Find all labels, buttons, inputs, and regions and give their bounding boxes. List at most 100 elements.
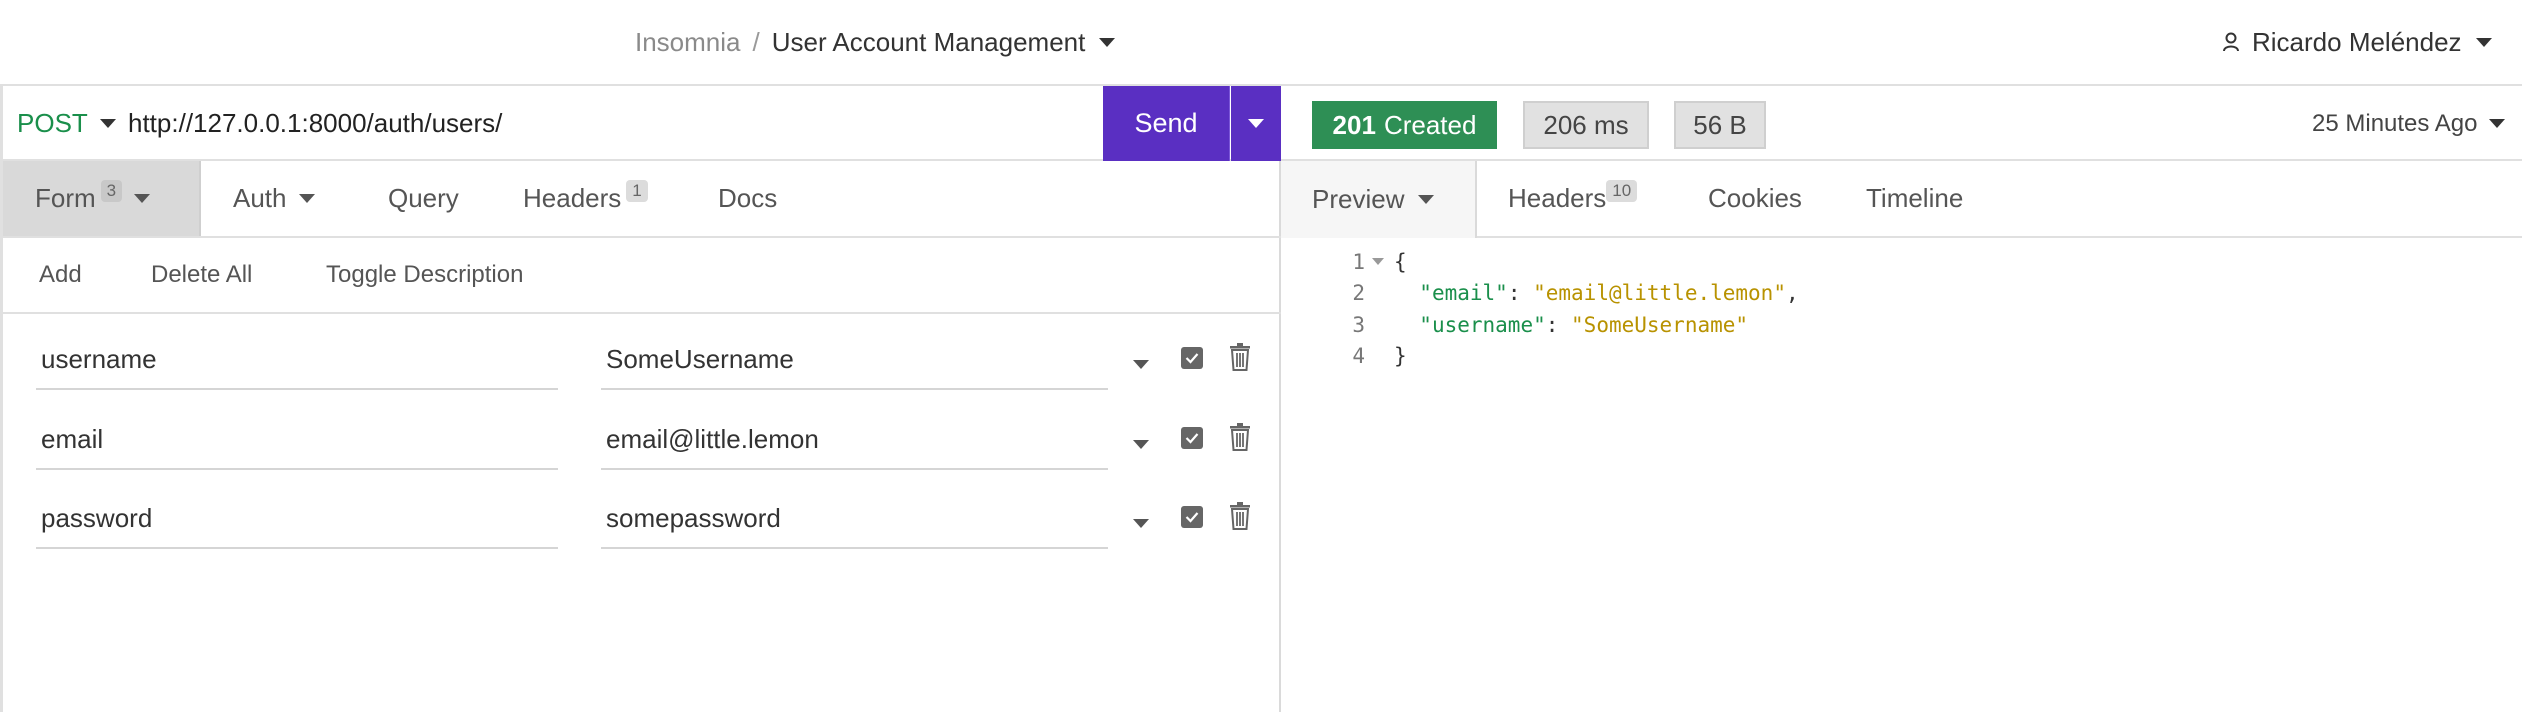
tab-timeline-label: Timeline — [1866, 183, 1964, 213]
user-icon — [2223, 32, 2239, 52]
trash-icon[interactable] — [1229, 423, 1251, 456]
status-text: Created — [1383, 109, 1477, 140]
chevron-down-icon — [134, 194, 151, 203]
json-comma: , — [1785, 281, 1799, 306]
response-history-dropdown[interactable]: 25 Minutes Ago — [2312, 86, 2522, 161]
check-icon — [1185, 433, 1199, 444]
json-brace: } — [1394, 344, 1407, 369]
request-tabs: Form 3 Auth Query Headers 1 Docs — [3, 161, 1281, 238]
chevron-down-icon — [1133, 519, 1149, 528]
json-colon: : — [1507, 281, 1534, 306]
chevron-down-icon — [1133, 360, 1149, 369]
delete-all-button[interactable]: Delete All — [151, 238, 252, 312]
add-param-button[interactable]: Add — [39, 238, 82, 312]
account-name: Ricardo Meléndez — [2252, 26, 2462, 57]
tab-headers-badge: 1 — [626, 179, 648, 202]
tab-docs[interactable]: Docs — [718, 161, 777, 236]
json-key: "email" — [1419, 281, 1508, 306]
code-line: 3 "username": "SomeUsername" — [1281, 309, 2522, 341]
tab-auth-label: Auth — [233, 183, 287, 213]
param-value-input[interactable]: email@little.lemon — [601, 410, 1108, 470]
response-pane: 201 Created 206 ms 56 B 25 Minutes Ago P… — [1281, 86, 2522, 712]
code-text: "email": "email@little.lemon", — [1394, 281, 1799, 306]
trash-icon[interactable] — [1229, 343, 1251, 376]
param-value-input[interactable]: SomeUsername — [601, 330, 1108, 390]
status-code: 201 — [1332, 109, 1376, 140]
param-type-dropdown[interactable] — [1133, 436, 1149, 454]
tab-auth[interactable]: Auth — [233, 161, 315, 236]
param-value-input[interactable]: somepassword — [601, 489, 1108, 549]
param-name-input[interactable]: username — [36, 330, 558, 390]
line-number: 1 — [1352, 249, 1365, 274]
account-menu[interactable]: Ricardo Meléndez — [2222, 0, 2522, 84]
json-colon: : — [1545, 312, 1572, 337]
param-name-input[interactable]: password — [36, 489, 558, 549]
chevron-down-icon — [1418, 195, 1435, 204]
check-icon — [1185, 512, 1199, 523]
breadcrumb-collection[interactable]: User Account Management — [772, 27, 1086, 58]
line-number: 4 — [1352, 344, 1365, 369]
tab-preview-label: Preview — [1312, 184, 1405, 214]
send-options-button[interactable] — [1231, 86, 1281, 161]
response-tabs: Preview Headers 10 Cookies Timeline — [1281, 161, 2522, 238]
toggle-description-button[interactable]: Toggle Description — [326, 238, 523, 312]
form-toolbar: Add Delete All Toggle Description — [3, 238, 1281, 314]
tab-form[interactable]: Form 3 — [3, 161, 201, 236]
chevron-down-icon — [2475, 37, 2492, 47]
method-label: POST — [17, 108, 88, 138]
tab-response-headers[interactable]: Headers 10 — [1508, 161, 1638, 236]
json-brace: { — [1394, 249, 1407, 274]
code-text: { — [1394, 250, 1407, 274]
request-pane: POST http://127.0.0.1:8000/auth/users/ S… — [0, 86, 1281, 712]
fold-arrow-icon[interactable] — [1372, 258, 1384, 265]
chevron-down-icon — [1248, 119, 1264, 128]
tab-headers[interactable]: Headers 1 — [523, 161, 648, 236]
tab-form-label: Form — [35, 183, 96, 213]
param-enabled-checkbox[interactable] — [1181, 347, 1203, 369]
chevron-down-icon — [1133, 440, 1149, 449]
trash-icon[interactable] — [1229, 502, 1251, 535]
tab-docs-label: Docs — [718, 183, 778, 213]
url-input[interactable]: http://127.0.0.1:8000/auth/users/ — [128, 86, 502, 161]
tab-form-badge: 3 — [100, 179, 123, 202]
method-selector[interactable]: POST — [17, 86, 116, 161]
chevron-down-icon — [2489, 119, 2506, 128]
tab-query-label: Query — [388, 183, 459, 213]
tab-cookies[interactable]: Cookies — [1708, 161, 1802, 236]
param-type-dropdown[interactable] — [1133, 356, 1149, 374]
code-text: "username": "SomeUsername" — [1394, 313, 1748, 337]
url-bar: POST http://127.0.0.1:8000/auth/users/ S… — [3, 86, 1281, 161]
param-enabled-checkbox[interactable] — [1181, 506, 1203, 528]
breadcrumb: Insomnia / User Account Management — [635, 0, 1116, 84]
line-number: 2 — [1352, 281, 1365, 306]
response-timestamp: 25 Minutes Ago — [2312, 109, 2478, 137]
code-line: 4 } — [1281, 341, 2522, 373]
tab-response-headers-label: Headers — [1508, 183, 1607, 213]
param-enabled-checkbox[interactable] — [1181, 427, 1203, 449]
param-name-input[interactable]: email — [36, 410, 558, 470]
line-number: 3 — [1352, 312, 1365, 337]
breadcrumb-workspace[interactable]: Insomnia — [635, 27, 741, 58]
tab-query[interactable]: Query — [388, 161, 459, 236]
top-header: Insomnia / User Account Management Ricar… — [0, 0, 2522, 86]
chevron-down-icon — [298, 194, 315, 203]
tab-preview[interactable]: Preview — [1281, 161, 1477, 238]
tab-response-headers-badge: 10 — [1606, 179, 1638, 202]
json-key: "username" — [1419, 312, 1546, 337]
param-type-dropdown[interactable] — [1133, 515, 1149, 533]
tab-cookies-label: Cookies — [1708, 183, 1802, 213]
chevron-down-icon[interactable] — [1099, 37, 1116, 47]
code-line: 2 "email": "email@little.lemon", — [1281, 278, 2522, 310]
param-row: password somepassword — [3, 489, 1281, 569]
status-badge: 201 Created — [1312, 101, 1497, 149]
param-row: email email@little.lemon — [3, 410, 1281, 490]
chevron-down-icon — [99, 119, 116, 128]
response-meta-bar: 201 Created 206 ms 56 B 25 Minutes Ago — [1281, 86, 2522, 161]
tab-timeline[interactable]: Timeline — [1866, 161, 1963, 236]
response-body-viewer[interactable]: 1 { 2 "email": "email@little.lemon", 3 "… — [1281, 246, 2522, 372]
breadcrumb-separator: / — [752, 26, 760, 57]
json-string: "email@little.lemon" — [1533, 281, 1786, 306]
response-size-badge: 56 B — [1674, 101, 1766, 149]
send-button[interactable]: Send — [1103, 86, 1230, 161]
code-line: 1 { — [1281, 246, 2522, 278]
